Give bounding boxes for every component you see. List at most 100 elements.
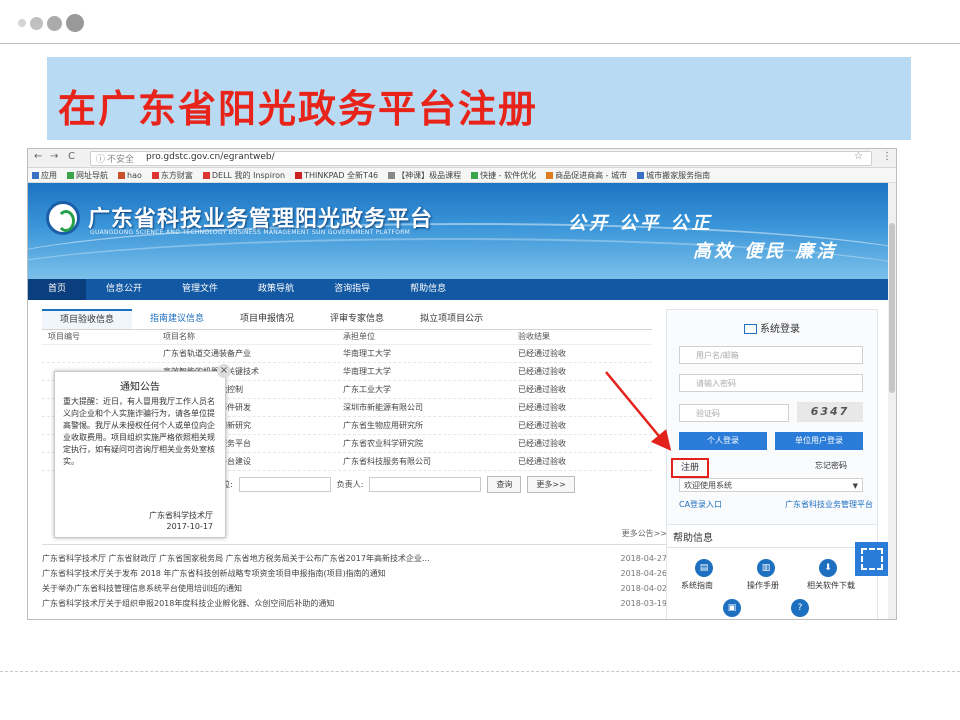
col-header: 承担单位 [343,332,375,341]
download-icon[interactable]: ⬇ [819,559,837,577]
col-header: 项目名称 [163,332,195,341]
news-item-date: 2018-04-02 [620,584,668,593]
table-cell: 广东省生物应用研究所 [343,421,423,430]
news-item-title: 关于举办广东省科技管理信息系统平台使用培训班的通知 [42,584,242,593]
question-icon[interactable]: ? [791,599,809,617]
tab-acceptance[interactable]: 项目验收信息 [42,309,133,329]
unit-login-button[interactable]: 单位用户登录 [775,432,863,450]
help-item-guide[interactable]: 系统指南 [681,580,713,591]
browser-screenshot: ← → C ⓘ 不安全 pro.gdstc.gov.cn/egrantweb/ … [27,148,897,620]
scrollbar[interactable] [888,183,896,619]
nav-info[interactable]: 信息公开 [86,279,162,300]
guide-icon[interactable]: ▤ [695,559,713,577]
news-item[interactable]: 关于举办广东省科技管理信息系统平台使用培训班的通知 2018-04-02 [42,581,667,596]
star-icon[interactable]: ☆ [854,151,863,162]
bookmark-item[interactable]: DELL 我的 Inspiron [202,170,285,181]
col-header: 项目编号 [48,332,80,341]
platform-link[interactable]: 广东省科技业务管理平台 [785,499,873,510]
project-tabs: 项目验收信息 指南建议信息 项目申报情况 评审专家信息 拟立项项目公示 [42,309,652,330]
person-input[interactable] [369,476,482,492]
register-link[interactable]: 注册 [671,458,709,478]
popup-signature: 广东省科学技术厅 2017-10-17 [149,510,213,532]
popup-sign-org: 广东省科学技术厅 [149,511,213,520]
scrollbar-thumb[interactable] [889,223,895,393]
unit-input[interactable] [238,476,331,492]
table-cell: 华南理工大学 [343,367,391,376]
forgot-password-link[interactable]: 忘记密码 [815,460,847,471]
help-title: 帮助信息 [673,533,713,544]
table-cell: 已经通过验收 [518,421,566,430]
bookmark-icon [388,171,396,179]
nav-consult[interactable]: 咨询指导 [314,279,390,300]
url-prefix: 不安全 [107,155,135,165]
table-cell: 已经通过验收 [518,403,566,412]
monitor-icon [744,324,757,334]
more-button[interactable]: 更多>> [527,475,575,493]
bookmark-icon [471,171,479,179]
ca-login-link[interactable]: CA登录入口 [679,499,722,510]
table-cell: 华南理工大学 [343,349,391,358]
bookmark-item[interactable]: hao [118,171,142,180]
nav-files[interactable]: 管理文件 [162,279,238,300]
table-row[interactable]: 广东省轨道交通装备产业 华南理工大学 已经通过验收 [42,345,652,363]
login-title-text: 系统登录 [760,324,800,335]
bookmark-icon [295,171,303,179]
tab-experts[interactable]: 评审专家信息 [312,309,402,329]
bookmark-item[interactable]: 网址导航 [67,170,108,181]
faq-icon[interactable]: ▣ [723,599,741,617]
nav-home[interactable]: 首页 [28,279,87,300]
bookmark-item[interactable]: 快捷 - 软件优化 [471,170,536,181]
tab-application[interactable]: 项目申报情况 [222,309,312,329]
captcha-field[interactable]: 验证码 [679,404,789,422]
url-box[interactable]: ⓘ 不安全 pro.gdstc.gov.cn/egrantweb/ ☆ [90,151,872,166]
bookmark-item[interactable]: THINKPAD 全新T46 [295,170,378,181]
captcha-image[interactable]: 6347 [797,402,863,422]
news-more-link[interactable]: 更多公告>> [622,524,667,544]
site-banner: 广东省科技业务管理阳光政务平台 GUANGDONG SCIENCE AND TE… [28,183,896,279]
username-field[interactable]: 用户名/邮箱 [679,346,863,364]
bookmark-item[interactable]: 东方财富 [151,170,193,181]
news-item[interactable]: 广东省科学技术厅关于发布 2018 年广东省科技创新战略专项资金项目申报指南(项… [42,566,667,581]
help-item-manual[interactable]: 操作手册 [747,580,779,591]
bookmark-icon [118,171,125,179]
help-item-download[interactable]: 相关软件下载 [807,580,855,591]
table-cell: 广东省科技服务有限公司 [343,457,431,466]
bookmark-item[interactable]: 城市搬家服务指南 [637,170,710,181]
popup-body: 重大提醒：近日，有人冒用我厅工作人员名义向企业和个人实施诈骗行为，请各单位提高警… [63,397,215,466]
person-label: 负责人: [336,479,364,489]
table-cell: 已经通过验收 [518,457,566,466]
bookmark-item[interactable]: 应用 [32,170,57,181]
reload-icon[interactable]: C [68,151,75,162]
query-button[interactable]: 查询 [487,475,522,493]
table-cell: 已经通过验收 [518,367,566,376]
back-icon[interactable]: ← [34,151,42,162]
bookmark-icon [637,171,645,179]
notice-popup: × 通知公告 重大提醒：近日，有人冒用我厅工作人员名义向企业和个人实施诈骗行为，… [54,364,231,538]
manual-icon[interactable]: ▥ [757,559,775,577]
tab-guide[interactable]: 指南建议信息 [132,309,222,329]
dot-icon [47,15,62,31]
tab-publicity[interactable]: 拟立项项目公示 [402,309,501,329]
news-item-title: 广东省科学技术厅关于组织申报2018年度科技企业孵化器、众创空间后补助的通知 [42,599,335,608]
bookmark-icon [67,171,74,179]
bookmark-icon [32,171,39,179]
nav-help[interactable]: 帮助信息 [390,279,466,300]
news-item[interactable]: 广东省科学技术厅关于组织申报2018年度科技企业孵化器、众创空间后补助的通知 20… [42,596,667,611]
nav-policy[interactable]: 政策导航 [238,279,314,300]
dot-icon [18,19,26,27]
news-item[interactable]: 广东省科学技术厅 广东省财政厅 广东省国家税务局 广东省地方税务局关于公布广东省… [42,551,667,566]
qrcode-icon[interactable] [855,542,889,576]
news-item-title: 广东省科学技术厅 广东省财政厅 广东省国家税务局 广东省地方税务局关于公布广东省… [42,554,430,563]
system-select[interactable]: 欢迎使用系统 ▼ [679,478,863,492]
close-icon[interactable]: × [217,364,231,378]
menu-icon[interactable]: ⋮ [882,151,892,162]
site-nav: 首页 信息公开 管理文件 政策导航 咨询指导 帮助信息 [28,279,896,300]
bookmark-item[interactable]: 商品促进商高 - 城市 [546,170,627,181]
forward-icon[interactable]: → [50,151,58,162]
bookmark-item[interactable]: 【神课】极品课程 [388,170,461,181]
bookmark-icon [202,171,210,179]
site-logo-icon [46,201,80,235]
password-field[interactable]: 请输入密码 [679,374,863,392]
personal-login-button[interactable]: 个人登录 [679,432,767,450]
bookmark-icon [546,171,554,179]
